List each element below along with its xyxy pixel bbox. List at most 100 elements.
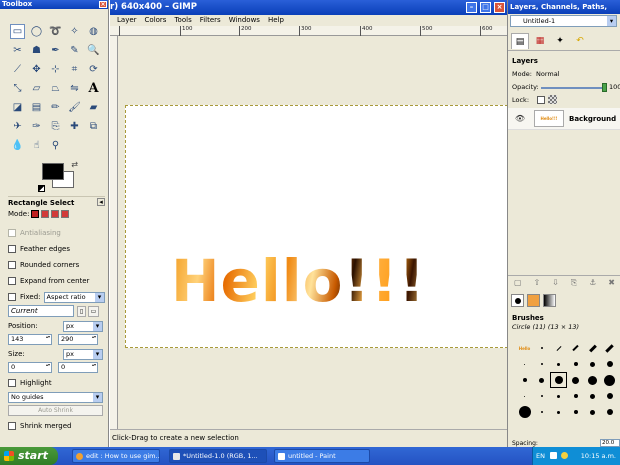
brush-item[interactable] — [567, 388, 584, 404]
feather-edges-checkbox[interactable] — [8, 245, 16, 253]
horizontal-ruler[interactable]: 100 200 300 400 500 600 — [110, 26, 507, 36]
heal-tool-icon[interactable]: ✚ — [67, 119, 82, 134]
position-unit-select[interactable]: px — [63, 320, 103, 332]
brush-item[interactable] — [584, 340, 601, 356]
brush-item[interactable] — [601, 404, 618, 420]
brush-item[interactable] — [601, 356, 618, 372]
brush-item[interactable] — [601, 372, 618, 388]
brush-item[interactable] — [584, 372, 601, 388]
brush-item[interactable] — [601, 388, 618, 404]
color-picker-tool-icon[interactable]: ✎ — [67, 43, 82, 58]
brush-item[interactable] — [567, 356, 584, 372]
dodge-burn-tool-icon[interactable]: ⚲ — [48, 138, 63, 153]
delete-layer-icon[interactable]: ✖ — [608, 278, 615, 287]
paintbrush-tool-icon[interactable]: 🖌 — [67, 100, 82, 115]
position-x-input[interactable]: 143 — [8, 333, 52, 345]
opacity-value[interactable]: 100 — [609, 83, 620, 91]
brush-item[interactable] — [516, 388, 533, 404]
foreground-color-swatch[interactable] — [42, 163, 64, 180]
fixed-mode-select[interactable]: Aspect ratio — [43, 291, 105, 303]
move-tool-icon[interactable]: ✥ — [29, 62, 44, 77]
size-width-input[interactable]: 0 — [8, 361, 52, 373]
rect-select-tool-icon[interactable]: ▭ — [10, 24, 25, 39]
brush-item[interactable] — [516, 404, 533, 420]
text-tool-icon[interactable]: A — [86, 81, 101, 96]
smudge-tool-icon[interactable]: ☝ — [29, 138, 44, 153]
brush-item[interactable] — [516, 372, 533, 388]
landscape-icon[interactable]: ▭ — [88, 305, 99, 317]
tab-patterns-icon[interactable] — [527, 294, 540, 307]
menu-help[interactable]: Help — [268, 15, 284, 26]
brush-item[interactable] — [601, 340, 618, 356]
brush-item[interactable] — [516, 356, 533, 372]
scale-tool-icon[interactable]: ⤡ — [10, 81, 25, 96]
language-indicator[interactable]: EN — [536, 447, 545, 465]
portrait-icon[interactable]: ▯ — [77, 305, 86, 317]
image-select[interactable]: Untitled-1 — [510, 15, 617, 27]
bucket-fill-tool-icon[interactable]: ◪ — [10, 100, 25, 115]
crop-tool-icon[interactable]: ⌗ — [67, 62, 82, 77]
opacity-slider[interactable] — [541, 87, 603, 89]
color-select-tool-icon[interactable]: ◍ — [86, 24, 101, 39]
brush-item[interactable] — [533, 372, 550, 388]
spacing-input[interactable]: 20.0 — [600, 439, 620, 447]
brush-item[interactable]: Hello — [516, 340, 533, 356]
mode-replace-icon[interactable] — [31, 210, 40, 218]
brush-item[interactable] — [584, 388, 601, 404]
panel-menu-arrow-icon[interactable]: ◂ — [97, 198, 105, 206]
brush-item[interactable] — [584, 404, 601, 420]
layer-row-background[interactable]: 👁 Hello!!! Background — [508, 108, 620, 130]
tab-channels-icon[interactable]: ▦ — [531, 33, 549, 49]
brush-item[interactable] — [567, 404, 584, 420]
volume-icon[interactable] — [561, 452, 568, 459]
rotate-tool-icon[interactable]: ⟳ — [86, 62, 101, 77]
brush-item[interactable] — [567, 340, 584, 356]
menu-windows[interactable]: Windows — [229, 15, 260, 26]
tab-layers-icon[interactable]: ▤ — [511, 33, 529, 49]
start-button[interactable]: start — [0, 447, 58, 465]
mode-add-icon[interactable] — [41, 210, 50, 218]
shrink-merged-row[interactable]: Shrink merged — [8, 421, 105, 431]
close-icon[interactable]: × — [494, 2, 505, 13]
tab-gradients-icon[interactable] — [543, 294, 556, 307]
expand-from-center-row[interactable]: Expand from center — [8, 276, 105, 286]
opacity-slider-handle[interactable] — [602, 83, 607, 92]
zoom-tool-icon[interactable]: 🔍 — [86, 43, 101, 58]
shrink-merged-checkbox[interactable] — [8, 422, 16, 430]
clone-tool-icon[interactable]: ⎘ — [48, 119, 63, 134]
highlight-row[interactable]: Highlight — [8, 378, 105, 388]
swap-colors-icon[interactable]: ⇄ — [71, 160, 78, 169]
perspective-clone-tool-icon[interactable]: ⧉ — [86, 119, 101, 134]
perspective-tool-icon[interactable]: ⏢ — [48, 81, 63, 96]
tab-undo-icon[interactable]: ↶ — [571, 33, 589, 49]
raise-layer-icon[interactable]: ⇧ — [533, 278, 540, 287]
size-unit-select[interactable]: px — [63, 348, 103, 360]
new-layer-icon[interactable]: ▢ — [514, 278, 522, 287]
duplicate-layer-icon[interactable]: ⎘ — [571, 278, 577, 288]
ink-tool-icon[interactable]: ✑ — [29, 119, 44, 134]
align-tool-icon[interactable]: ⊹ — [48, 62, 63, 77]
menu-filters[interactable]: Filters — [200, 15, 221, 26]
brush-item[interactable] — [550, 356, 567, 372]
rounded-corners-checkbox[interactable] — [8, 261, 16, 269]
size-height-input[interactable]: 0 — [58, 361, 98, 373]
close-icon[interactable]: × — [99, 1, 107, 8]
auto-shrink-button[interactable]: Auto Shrink — [8, 404, 103, 416]
brush-item[interactable] — [533, 388, 550, 404]
lock-alpha-icon[interactable] — [548, 95, 557, 104]
menu-tools[interactable]: Tools — [174, 15, 191, 26]
brush-item[interactable] — [584, 356, 601, 372]
layer-mode-select[interactable]: Normal — [536, 70, 560, 78]
minimize-icon[interactable]: – — [466, 2, 477, 13]
tab-paths-icon[interactable]: ✦ — [551, 33, 569, 49]
brush-item[interactable] — [533, 404, 550, 420]
maximize-icon[interactable]: □ — [480, 2, 491, 13]
ellipse-select-tool-icon[interactable]: ◯ — [29, 24, 44, 39]
layer-name[interactable]: Background — [569, 115, 616, 123]
free-select-tool-icon[interactable]: ➰ — [48, 24, 63, 39]
antialiasing-checkbox[interactable] — [8, 229, 16, 237]
image-window-titlebar[interactable]: r) 640x400 – GIMP – □ × — [110, 0, 507, 15]
lower-layer-icon[interactable]: ⇩ — [552, 278, 559, 287]
network-icon[interactable] — [550, 452, 557, 459]
pencil-tool-icon[interactable]: ✏ — [48, 100, 63, 115]
